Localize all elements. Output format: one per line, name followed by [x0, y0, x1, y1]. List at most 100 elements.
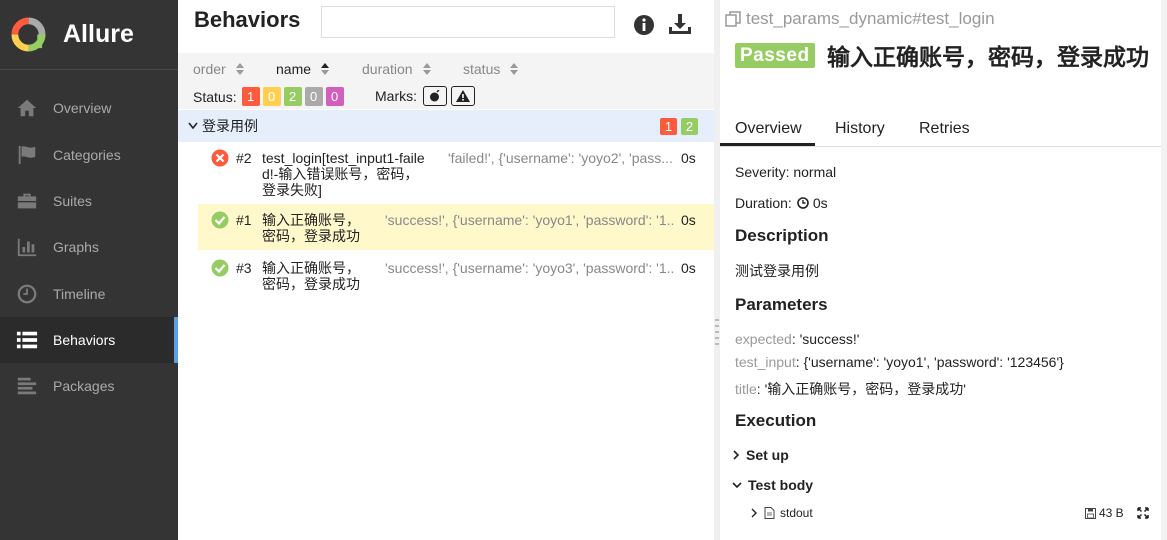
- test-body-step[interactable]: Test body: [732, 477, 813, 493]
- brand[interactable]: Allure: [0, 0, 178, 70]
- tab-history[interactable]: History: [835, 120, 885, 138]
- sidebar-item-label: Graphs: [53, 239, 99, 255]
- sort-duration[interactable]: duration: [362, 61, 431, 77]
- parameter-value: '输入正确账号，密码，登录成功': [764, 381, 966, 397]
- group-failed-count: 1: [660, 118, 677, 135]
- passed-status-icon: [211, 211, 229, 229]
- status-unknown-toggle[interactable]: 0: [325, 87, 344, 106]
- app-name: Allure: [63, 20, 134, 48]
- failed-status-icon: [211, 149, 229, 167]
- test-params: 'success!', {'username': 'yoyo1', 'passw…: [385, 212, 675, 228]
- clock-icon: [17, 284, 37, 304]
- warning-icon: [456, 90, 470, 102]
- sidebar-item-categories[interactable]: Categories: [0, 132, 178, 178]
- parameter-value: 'success!': [799, 331, 860, 347]
- tab-overview[interactable]: Overview: [735, 120, 802, 138]
- sort-arrows-icon: [321, 63, 330, 75]
- status-skipped-toggle[interactable]: 0: [304, 87, 323, 106]
- test-case-row[interactable]: #2 test_login[test_input1-failed!-输入错误账号…: [198, 143, 714, 201]
- test-name: 输入正确账号，密码，登录成功: [262, 212, 360, 244]
- sidebar-item-label: Packages: [53, 378, 115, 394]
- sidebar-item-label: Suites: [53, 193, 92, 209]
- sidebar-item-timeline[interactable]: Timeline: [0, 271, 178, 317]
- active-tab-indicator: [720, 143, 815, 146]
- allure-report: Allure Overview Categories Suites Graphs…: [0, 0, 1167, 540]
- group-passed-count: 2: [681, 118, 698, 135]
- sort-arrows-icon: [235, 63, 244, 75]
- test-title: 输入正确账号，密码，登录成功: [827, 44, 1149, 70]
- duration-value: 0s: [812, 195, 828, 211]
- home-icon: [17, 99, 37, 117]
- parameter-key: title: [735, 381, 757, 397]
- parameter-row: test_input: {'username': 'yoyo1', 'passw…: [735, 354, 1064, 370]
- status-failed-toggle[interactable]: 1: [241, 87, 260, 106]
- status-passed-toggle[interactable]: 2: [283, 87, 302, 106]
- sidebar-item-graphs[interactable]: Graphs: [0, 224, 178, 270]
- drag-handle-icon[interactable]: [715, 318, 719, 348]
- sidebar-item-packages[interactable]: Packages: [0, 363, 178, 409]
- test-number: #2: [236, 150, 252, 166]
- allure-logo-icon: [11, 17, 46, 52]
- behavior-group-row[interactable]: 登录用例 1 2: [178, 110, 714, 142]
- mark-flaky-toggle[interactable]: [423, 86, 447, 106]
- bomb-icon: [430, 90, 440, 102]
- sort-name[interactable]: name: [276, 61, 330, 77]
- detail-scrollbar[interactable]: [1161, 0, 1167, 540]
- test-case-row-selected[interactable]: #1 输入正确账号，密码，登录成功 'success!', {'username…: [198, 204, 714, 250]
- info-icon[interactable]: [633, 14, 655, 36]
- behaviors-pane: Behaviors order name duration status Sta…: [178, 0, 714, 540]
- sidebar-item-behaviors[interactable]: Behaviors: [0, 317, 178, 363]
- attachment-name: stdout: [780, 506, 813, 520]
- save-icon: [1085, 507, 1096, 519]
- sidebar-item-overview[interactable]: Overview: [0, 85, 178, 131]
- test-duration: 0s: [681, 260, 696, 276]
- test-name: test_login[test_input1-failed!-输入错误账号，密码…: [262, 150, 425, 198]
- status-badge: Passed: [735, 43, 815, 68]
- detail-tabs: Overview History Retries: [720, 110, 1167, 147]
- sort-status[interactable]: status: [463, 61, 519, 77]
- sort-arrows-icon: [510, 63, 519, 75]
- sort-order-label: order: [193, 61, 226, 77]
- severity-text: Severity: normal: [735, 164, 837, 180]
- marks-filter: Marks:: [375, 86, 475, 106]
- parameter-row: expected: 'success!': [735, 331, 860, 347]
- group-name: 登录用例: [202, 118, 258, 134]
- chevron-right-icon: [751, 508, 757, 518]
- description-title: Description: [735, 226, 829, 245]
- test-duration: 0s: [681, 150, 696, 166]
- bar-chart-icon: [17, 238, 37, 257]
- sidebar-item-label: Timeline: [53, 286, 106, 302]
- sort-arrows-icon: [422, 63, 431, 75]
- status-filter: Status: 1 0 2 0 0: [193, 87, 344, 106]
- status-broken-toggle[interactable]: 0: [262, 87, 281, 106]
- breadcrumb[interactable]: test_params_dynamic#test_login: [725, 9, 995, 29]
- duration: Duration: 0s: [735, 195, 828, 211]
- file-icon: [764, 507, 775, 519]
- sort-order[interactable]: order: [193, 61, 244, 77]
- sort-status-label: status: [463, 61, 501, 77]
- parameter-key: test_input: [735, 354, 796, 370]
- setup-step[interactable]: Set up: [732, 447, 789, 463]
- attachment-row[interactable]: stdout 43 B: [750, 504, 1160, 522]
- sidebar: Allure Overview Categories Suites Graphs…: [0, 0, 178, 540]
- attachment-size: 43 B: [1085, 506, 1124, 520]
- test-duration: 0s: [681, 212, 696, 228]
- briefcase-icon: [17, 193, 37, 209]
- parameter-row: title: '输入正确账号，密码，登录成功': [735, 381, 966, 397]
- chevron-down-icon: [188, 122, 198, 130]
- setup-label: Set up: [746, 447, 789, 463]
- test-case-row[interactable]: #3 输入正确账号，密码，登录成功 'success!', {'username…: [198, 252, 714, 298]
- search-input[interactable]: [321, 6, 615, 38]
- copy-icon: [725, 11, 741, 27]
- parameter-key: expected: [735, 331, 792, 347]
- sidebar-item-suites[interactable]: Suites: [0, 178, 178, 224]
- list-icon: [16, 331, 38, 349]
- download-icon[interactable]: [668, 12, 692, 36]
- execution-title: Execution: [735, 411, 817, 430]
- test-body-label: Test body: [748, 477, 814, 493]
- severity: Severity: normal: [735, 164, 836, 180]
- tab-retries[interactable]: Retries: [919, 120, 970, 138]
- expand-icon[interactable]: [1137, 507, 1149, 519]
- mark-new-failed-toggle[interactable]: [451, 86, 475, 106]
- test-params: 'success!', {'username': 'yoyo3', 'passw…: [385, 260, 675, 276]
